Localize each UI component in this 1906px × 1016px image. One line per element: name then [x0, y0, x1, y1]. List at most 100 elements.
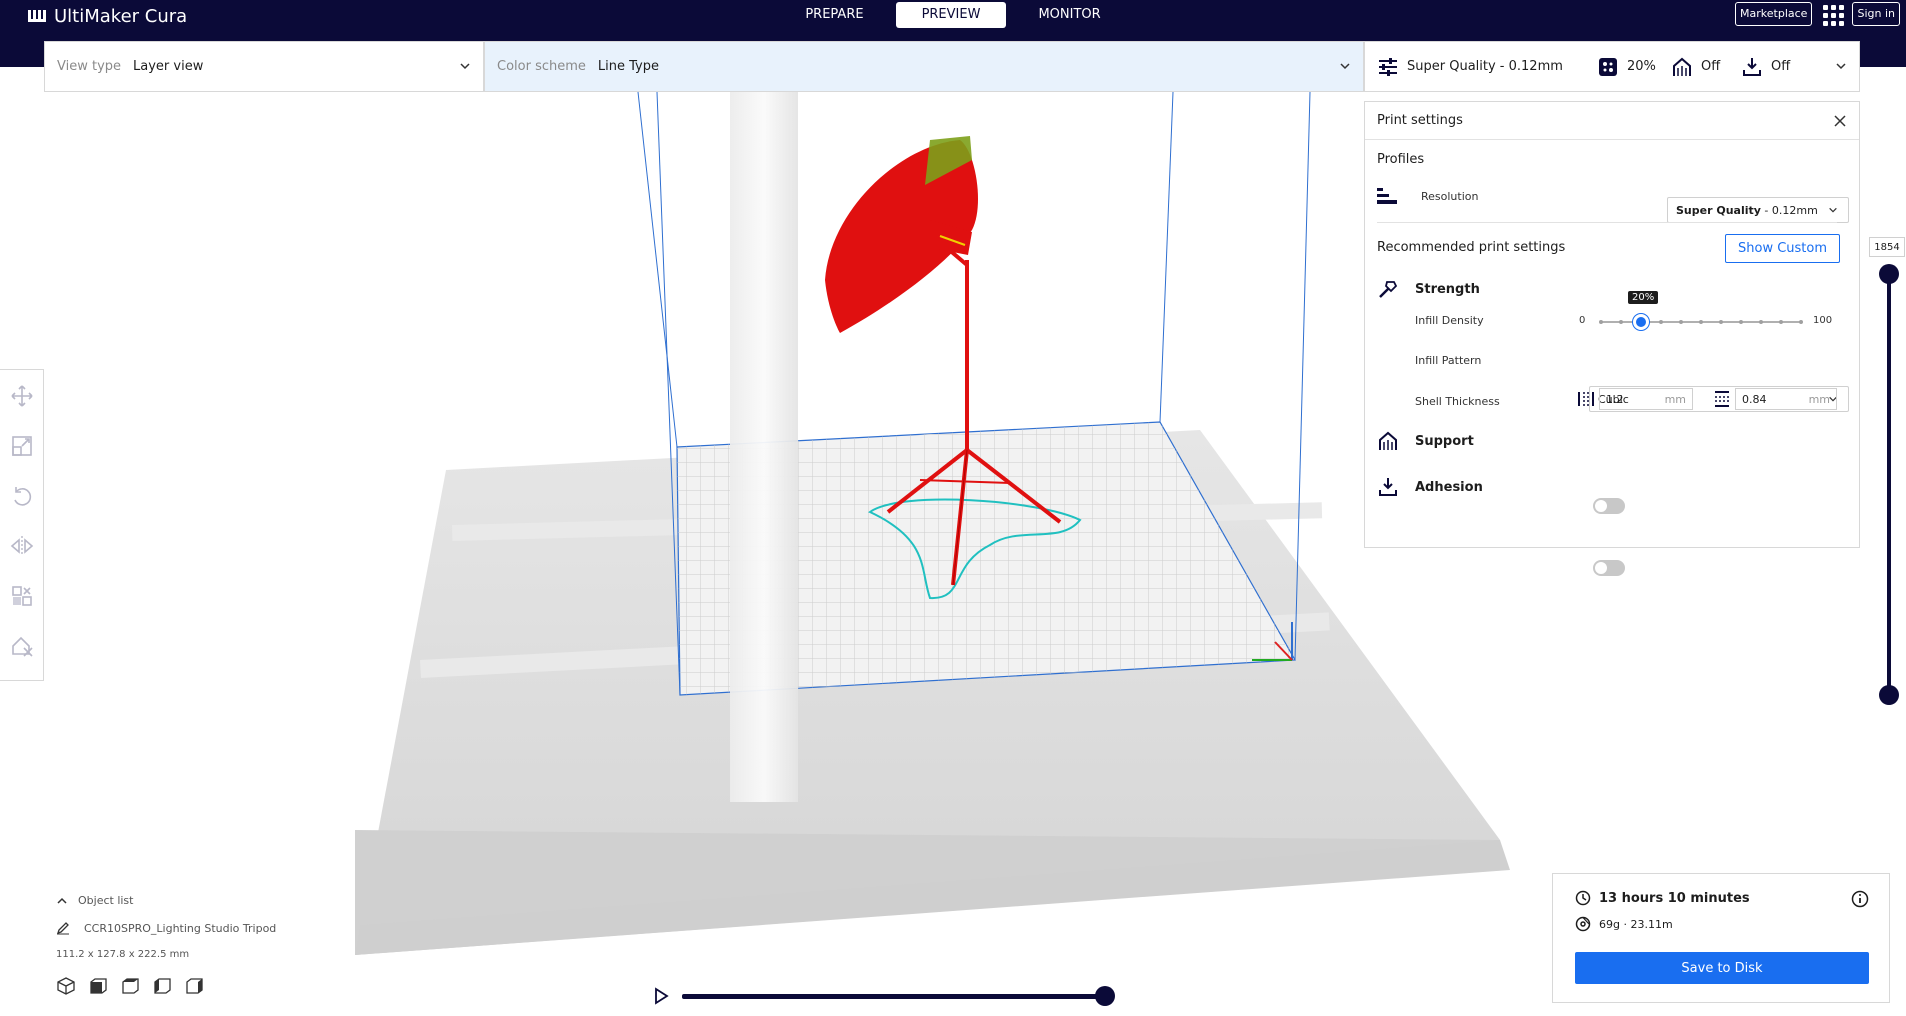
infill-density-slider[interactable] — [1599, 312, 1803, 332]
profile-summary-text: Super Quality - 0.12mm — [1407, 59, 1563, 74]
support-summary: Off — [1671, 56, 1741, 78]
infill-slider-tick — [1659, 320, 1663, 324]
chevron-up-icon — [57, 897, 67, 904]
color-scheme-value: Line Type — [597, 59, 659, 74]
print-settings-summary[interactable]: Super Quality - 0.12mm 20% Off Off — [1364, 41, 1860, 92]
job-specs-panel: 13 hours 10 minutes 69g · 23.11m Save to… — [1552, 873, 1890, 1003]
simulation-slider-track[interactable] — [682, 994, 1104, 999]
save-to-disk-button[interactable]: Save to Disk — [1575, 952, 1869, 984]
tab-prepare[interactable]: PREPARE — [779, 2, 889, 28]
play-icon[interactable] — [652, 987, 670, 1005]
hammer-icon — [1379, 281, 1398, 298]
adhesion-toggle[interactable] — [1593, 560, 1625, 576]
object-list-header[interactable]: Object list — [56, 894, 276, 907]
infill-pattern-label: Infill Pattern — [1415, 354, 1482, 367]
layer-slider-lower-handle[interactable] — [1879, 685, 1899, 705]
color-scheme-label: Color scheme — [497, 59, 586, 74]
print-settings-title: Print settings — [1377, 113, 1463, 128]
top-bottom-thickness-input[interactable]: 0.84 mm — [1735, 388, 1837, 410]
infill-icon — [1599, 57, 1617, 76]
divider — [1377, 222, 1837, 223]
strength-title: Strength — [1415, 281, 1480, 297]
top-view-icon[interactable] — [120, 976, 140, 996]
adhesion-summary-text: Off — [1771, 59, 1791, 74]
chevron-down-icon — [460, 63, 470, 70]
layer-number-input[interactable]: 1854 — [1869, 237, 1905, 257]
object-list-item[interactable]: CCR10SPRO_Lighting Studio Tripod — [56, 921, 276, 935]
object-dimensions: 111.2 x 127.8 x 222.5 mm — [56, 949, 190, 960]
rotate-icon[interactable] — [10, 484, 34, 508]
3d-view-icon[interactable] — [56, 976, 76, 996]
adhesion-summary: Off — [1741, 56, 1811, 78]
shell-thickness-label: Shell Thickness — [1415, 395, 1500, 408]
adhesion-row: Adhesion — [1377, 476, 1483, 498]
infill-slider-tick — [1699, 320, 1703, 324]
support-icon — [1379, 431, 1397, 450]
tab-monitor[interactable]: MONITOR — [1012, 2, 1126, 28]
infill-slider-tick — [1779, 320, 1783, 324]
move-icon[interactable] — [10, 384, 34, 408]
material-usage: 69g · 23.11m — [1599, 917, 1673, 931]
profile-summary: Super Quality - 0.12mm — [1377, 56, 1597, 78]
view-type-dropdown[interactable]: View type Layer view — [44, 41, 484, 92]
resolution-row: Resolution — [1377, 186, 1478, 206]
support-row: Support — [1377, 430, 1474, 452]
infill-max-label: 100 — [1813, 315, 1833, 326]
apps-grid-icon[interactable] — [1820, 2, 1845, 26]
show-custom-button[interactable]: Show Custom — [1725, 234, 1841, 263]
support-title: Support — [1415, 433, 1474, 449]
object-name: CCR10SPRO_Lighting Studio Tripod — [84, 921, 277, 935]
right-view-icon[interactable] — [184, 976, 204, 996]
marketplace-button[interactable]: Marketplace — [1735, 2, 1813, 26]
scale-icon[interactable] — [10, 434, 34, 458]
resolution-label: Resolution — [1421, 189, 1479, 203]
camera-view-buttons — [56, 976, 276, 996]
object-list-label: Object list — [78, 894, 134, 907]
wall-thickness-unit: mm — [1664, 392, 1686, 406]
chevron-down-icon — [1829, 207, 1837, 213]
print-settings-body: Profiles Resolution Super Quality - 0.12… — [1365, 140, 1859, 576]
infill-density-label: Infill Density — [1415, 314, 1484, 327]
chevron-up-icon — [1836, 63, 1846, 70]
resolution-value-suffix: - 0.12mm — [1760, 203, 1818, 217]
layer-slider-upper-handle[interactable] — [1879, 264, 1899, 284]
strength-row: Strength — [1377, 278, 1480, 300]
view-type-value: Layer view — [133, 59, 204, 74]
tab-preview[interactable]: PREVIEW — [895, 2, 1007, 28]
resolution-icon — [1377, 188, 1397, 204]
infill-slider-tick — [1719, 320, 1723, 324]
print-time-row: 13 hours 10 minutes — [1575, 890, 1750, 906]
top-bottom-thickness-unit: mm — [1808, 392, 1830, 406]
color-scheme-dropdown[interactable]: Color scheme Line Type — [484, 41, 1364, 92]
support-icon — [1673, 57, 1691, 76]
adhesion-title: Adhesion — [1415, 479, 1483, 495]
top-right-actions: Marketplace Sign in — [1735, 2, 1900, 26]
infill-slider-tick — [1599, 320, 1603, 324]
print-time: 13 hours 10 minutes — [1599, 890, 1750, 906]
infill-slider-tick — [1679, 320, 1683, 324]
wall-thickness-input[interactable]: 1.2 mm — [1599, 388, 1693, 410]
infill-slider-tick — [1799, 320, 1803, 324]
info-icon[interactable] — [1851, 890, 1869, 908]
stage-tabs: PREPARE PREVIEW MONITOR — [0, 0, 1906, 30]
infill-tooltip: 20% — [1628, 291, 1659, 304]
support-blocker-icon[interactable] — [10, 634, 34, 658]
pencil-icon — [56, 922, 69, 935]
material-row: 69g · 23.11m — [1575, 916, 1673, 932]
top-bottom-thickness-value: 0.84 — [1742, 392, 1767, 406]
print-settings-panel: Print settings Profiles Resolution Super… — [1364, 101, 1860, 576]
support-toggle[interactable] — [1593, 498, 1625, 514]
simulation-slider-handle[interactable] — [1095, 986, 1115, 1006]
infill-slider-handle[interactable] — [1633, 314, 1649, 330]
view-type-label: View type — [57, 59, 122, 74]
per-model-settings-icon[interactable] — [10, 584, 34, 608]
layer-slider-track[interactable] — [1887, 272, 1891, 695]
close-icon[interactable] — [1833, 114, 1847, 128]
resolution-dropdown[interactable]: Super Quality - 0.12mm — [1667, 197, 1849, 223]
front-view-icon[interactable] — [88, 976, 108, 996]
left-view-icon[interactable] — [152, 976, 172, 996]
wall-thickness-value: 1.2 — [1606, 392, 1624, 406]
mirror-icon[interactable] — [10, 534, 34, 558]
sign-in-button[interactable]: Sign in — [1852, 2, 1900, 26]
spool-icon — [1575, 916, 1591, 932]
